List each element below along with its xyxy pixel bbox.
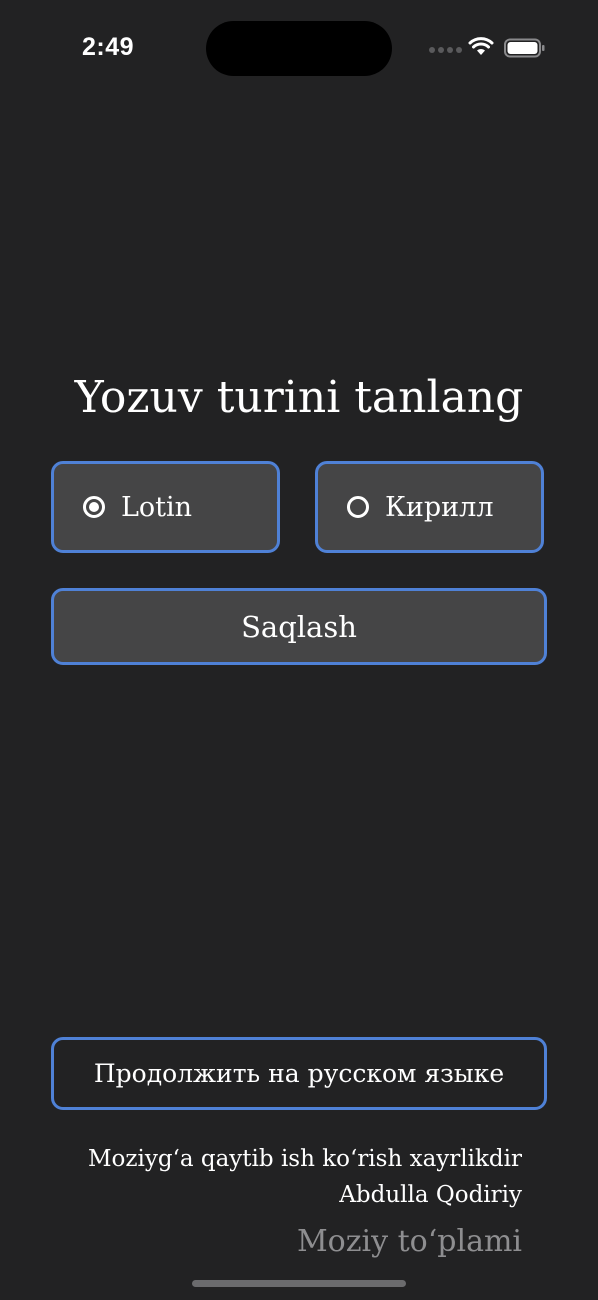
home-indicator (192, 1280, 406, 1287)
quote-text: Moziyg‘a qaytib ish ko‘rish xayrlikdir (87, 1146, 522, 1172)
continue-in-russian-button[interactable]: Продолжить на русском языке (51, 1037, 547, 1110)
option-lotin[interactable]: Lotin (51, 461, 280, 553)
page-title: Yozuv turini tanlang (74, 372, 524, 423)
radio-unchecked-icon[interactable] (347, 496, 369, 518)
app-name: Moziy to‘plami (296, 1224, 522, 1259)
dynamic-island (206, 21, 392, 76)
save-button[interactable]: Saqlash (51, 588, 547, 665)
status-time: 2:49 (82, 33, 135, 61)
radio-checked-icon[interactable] (83, 496, 105, 518)
cellular-signal-icon (429, 47, 462, 53)
quote-author: Abdulla Qodiriy (339, 1182, 522, 1208)
wifi-icon (468, 37, 494, 55)
option-kirill[interactable]: Кирилл (315, 461, 544, 553)
battery-icon (504, 38, 545, 58)
option-label: Кирилл (385, 491, 494, 523)
option-label: Lotin (121, 491, 193, 523)
quote: Moziyg‘a qaytib ish ko‘rish xayrlikdir A… (88, 1141, 522, 1213)
